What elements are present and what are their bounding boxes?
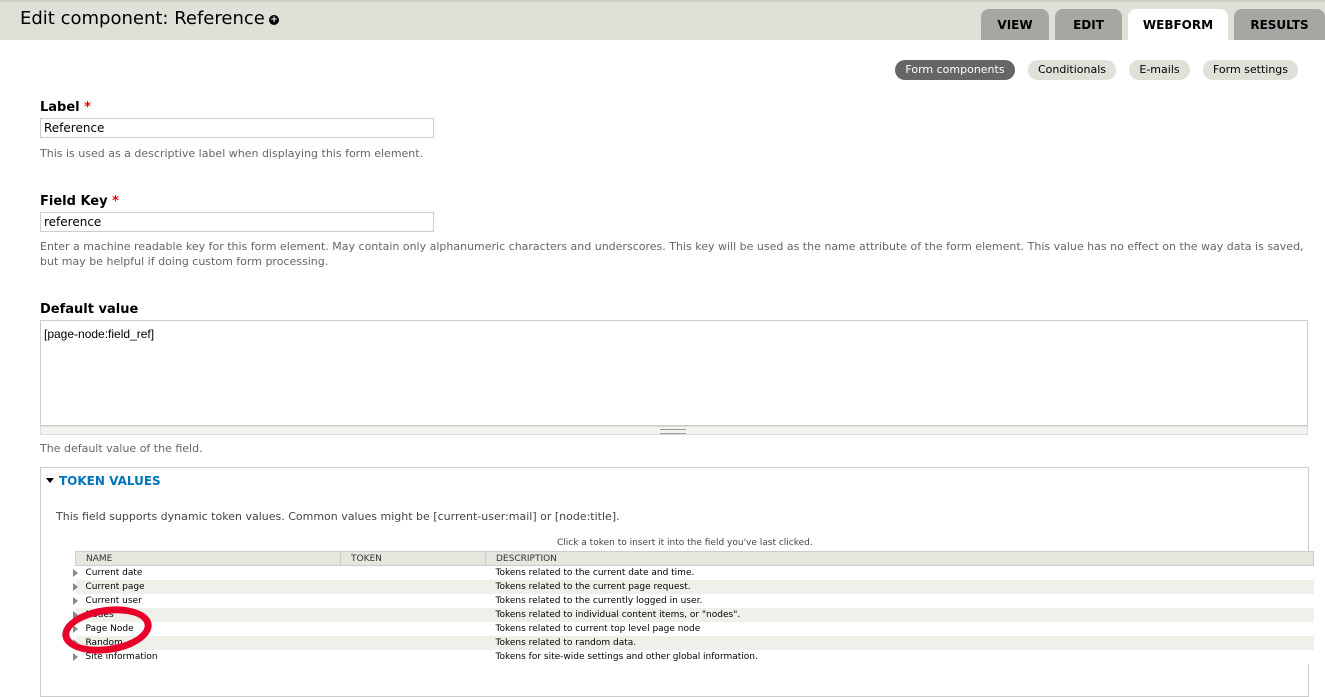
- token-row-current-page[interactable]: Current page Tokens related to the curre…: [72, 580, 1314, 594]
- token-name: Site information: [85, 652, 158, 662]
- tab-edit[interactable]: EDIT: [1055, 9, 1122, 40]
- grip-lines: [660, 429, 686, 434]
- token-row-site-information[interactable]: Site information Tokens for site-wide se…: [72, 650, 1314, 664]
- textarea-resize-grip[interactable]: [40, 426, 1308, 435]
- token-description: Tokens related to individual content ite…: [485, 608, 1314, 622]
- token-description: Tokens related to current top level page…: [485, 622, 1314, 636]
- row-expand-triangle-icon[interactable]: [72, 653, 78, 661]
- add-shortcut-icon[interactable]: +: [269, 15, 279, 25]
- tab-form-components[interactable]: Form components: [895, 60, 1015, 80]
- token-table-header: NAME TOKEN DESCRIPTION: [75, 551, 1314, 566]
- row-expand-triangle-icon[interactable]: [72, 611, 78, 619]
- token-values-description: This field supports dynamic token values…: [56, 510, 620, 523]
- field-key-title: Field Key *: [40, 194, 119, 209]
- field-key-input[interactable]: [40, 212, 434, 232]
- token-name: Page Node: [85, 624, 134, 634]
- field-key-description: Enter a machine readable key for this fo…: [40, 240, 1304, 268]
- tab-form-settings[interactable]: Form settings: [1203, 60, 1298, 80]
- token-description: Tokens related to the current date and t…: [485, 565, 1314, 580]
- row-expand-triangle-icon[interactable]: [72, 625, 78, 633]
- required-marker: *: [112, 194, 119, 209]
- label-field-title: Label *: [40, 100, 91, 115]
- token-value-cell: [340, 608, 486, 622]
- token-name-cell: Current page: [72, 580, 341, 594]
- token-value-cell: [340, 622, 486, 636]
- token-value-cell: [340, 565, 486, 580]
- token-description: Tokens related to the currently logged i…: [485, 594, 1314, 608]
- token-row-nodes[interactable]: Nodes Tokens related to individual conte…: [72, 608, 1314, 622]
- token-name: Nodes: [85, 610, 114, 620]
- token-description: Tokens related to random data.: [485, 636, 1314, 650]
- column-description-header: DESCRIPTION: [485, 551, 1314, 566]
- default-value-description: The default value of the field.: [40, 442, 203, 455]
- tab-conditionals[interactable]: Conditionals: [1028, 60, 1116, 80]
- token-name: Current date: [85, 568, 143, 578]
- token-row-random[interactable]: Random Tokens related to random data.: [72, 636, 1314, 650]
- row-expand-triangle-icon[interactable]: [72, 639, 78, 647]
- tab-emails[interactable]: E-mails: [1129, 60, 1190, 80]
- token-description: Tokens related to the current page reque…: [485, 580, 1314, 594]
- field-key-title-text: Field Key: [40, 194, 108, 209]
- token-value-cell: [340, 636, 486, 650]
- column-token-header: TOKEN: [340, 551, 486, 566]
- token-name-cell: Current date: [72, 565, 341, 580]
- token-name-cell: Random: [72, 636, 341, 650]
- column-name-header: NAME: [75, 551, 341, 566]
- token-row-current-date[interactable]: Current date Tokens related to the curre…: [72, 565, 1314, 580]
- default-value-title: Default value: [40, 302, 139, 317]
- page-title: Edit component: Reference: [20, 8, 265, 29]
- page-header: Edit component: Reference +: [0, 0, 1325, 40]
- label-input[interactable]: [40, 118, 434, 138]
- token-table: NAME TOKEN DESCRIPTION Current date Toke…: [72, 551, 1314, 664]
- token-name-cell: Nodes: [72, 608, 341, 622]
- token-name: Random: [85, 638, 123, 648]
- tab-webform[interactable]: WEBFORM: [1128, 9, 1228, 41]
- token-hint: Click a token to insert it into the fiel…: [557, 538, 813, 548]
- token-name: Current user: [85, 596, 142, 606]
- collapse-triangle-icon: [46, 478, 54, 483]
- header-top-border: [0, 0, 1325, 2]
- required-marker: *: [84, 100, 91, 115]
- token-values-legend: TOKEN VALUES: [59, 474, 161, 488]
- label-field-title-text: Label: [40, 100, 80, 115]
- token-value-cell: [340, 594, 486, 608]
- token-value-cell: [340, 580, 486, 594]
- token-row-current-user[interactable]: Current user Tokens related to the curre…: [72, 594, 1314, 608]
- token-value-cell: [340, 650, 486, 664]
- token-values-toggle[interactable]: TOKEN VALUES: [46, 474, 161, 488]
- token-description: Tokens for site-wide settings and other …: [485, 650, 1314, 664]
- label-description: This is used as a descriptive label when…: [40, 147, 424, 160]
- row-expand-triangle-icon[interactable]: [72, 583, 78, 591]
- row-expand-triangle-icon[interactable]: [72, 569, 78, 577]
- token-row-page-node[interactable]: Page Node Tokens related to current top …: [72, 622, 1314, 636]
- token-name-cell: Site information: [72, 650, 341, 664]
- token-name: Current page: [85, 582, 145, 592]
- token-name-cell: Current user: [72, 594, 341, 608]
- tab-view[interactable]: VIEW: [981, 9, 1049, 40]
- token-name-cell: Page Node: [72, 622, 341, 636]
- tab-results[interactable]: RESULTS: [1234, 9, 1325, 40]
- row-expand-triangle-icon[interactable]: [72, 597, 78, 605]
- default-value-textarea[interactable]: [40, 320, 1308, 426]
